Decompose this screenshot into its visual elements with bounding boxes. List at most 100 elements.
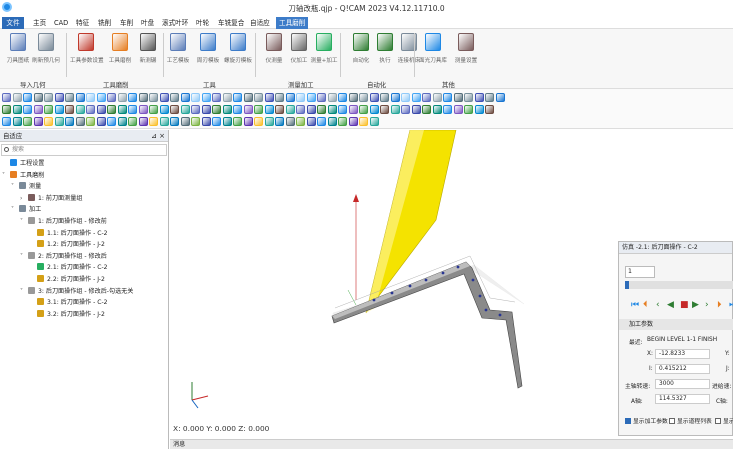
toolbar-tool-icon[interactable] bbox=[96, 105, 106, 114]
toolbar-tool-icon[interactable] bbox=[390, 93, 400, 102]
toolbar-tool-icon[interactable] bbox=[75, 93, 85, 102]
ribbon-button-14[interactable]: 面光刀具库 bbox=[417, 33, 449, 64]
tree-node[interactable]: 2.2: 后刀面操作 - J-2 bbox=[29, 275, 105, 285]
toolbar-tool-icon[interactable] bbox=[432, 105, 442, 114]
toolbar-tool-icon[interactable] bbox=[359, 105, 368, 114]
tree-node[interactable]: ˅ 3: 后刀面操作组 - 修改后-勾选无关 bbox=[20, 286, 133, 297]
toolbar-tool-icon[interactable] bbox=[33, 93, 43, 102]
toolbar-tool-icon[interactable] bbox=[191, 105, 200, 114]
tree-node[interactable]: ˅ 测量 bbox=[11, 182, 41, 192]
toolbar-tool-icon[interactable] bbox=[222, 117, 232, 126]
toolbar-tool-icon[interactable] bbox=[128, 105, 137, 114]
toolbar-tool-icon[interactable] bbox=[369, 93, 379, 102]
toolbar-tool-icon[interactable] bbox=[264, 93, 274, 102]
toolbar-tool-icon[interactable] bbox=[264, 105, 274, 114]
menu-tab-8[interactable]: 车铣复合 bbox=[215, 17, 247, 29]
show-params-checkbox[interactable]: 显示加工参数 bbox=[625, 416, 668, 425]
toolbar-tool-icon[interactable] bbox=[107, 105, 116, 114]
toolbar-tool-icon[interactable] bbox=[222, 105, 232, 114]
toolbar-tool-icon[interactable] bbox=[296, 105, 305, 114]
toolbar-tool-icon[interactable] bbox=[317, 117, 326, 126]
toolbar-tool-icon[interactable] bbox=[75, 105, 85, 114]
toolbar-tool-icon[interactable] bbox=[254, 117, 263, 126]
toolbar-tool-icon[interactable] bbox=[44, 93, 53, 102]
toolbar-tool-icon[interactable] bbox=[117, 105, 127, 114]
ribbon-button-2[interactable]: 工具参数设置 bbox=[70, 33, 104, 64]
sim-progress-bar[interactable] bbox=[625, 281, 733, 289]
menu-tab-0[interactable]: 主页 bbox=[30, 17, 49, 29]
toolbar-tool-icon[interactable] bbox=[306, 93, 316, 102]
tree-node[interactable]: 3.1: 后刀面操作 - C-2 bbox=[29, 298, 108, 308]
toolbar-tool-icon[interactable] bbox=[44, 105, 53, 114]
toolbar-tool-icon[interactable] bbox=[359, 93, 368, 102]
play-icon[interactable]: ▶ bbox=[692, 300, 699, 310]
menu-tab-6[interactable]: 滚式叶环 bbox=[159, 17, 191, 29]
toolbar-tool-icon[interactable] bbox=[12, 117, 22, 126]
menu-tab-2[interactable]: 特征 bbox=[73, 17, 92, 29]
toolbar-tool-icon[interactable] bbox=[390, 105, 400, 114]
toolbar-tool-icon[interactable] bbox=[359, 117, 368, 126]
toolbar-tool-icon[interactable] bbox=[401, 93, 410, 102]
toolbar-tool-icon[interactable] bbox=[201, 105, 211, 114]
toolbar-tool-icon[interactable] bbox=[138, 93, 148, 102]
step-forward-icon[interactable]: ⏵ bbox=[717, 300, 722, 310]
toolbar-tool-icon[interactable] bbox=[285, 117, 295, 126]
toolbar-tool-icon[interactable] bbox=[380, 93, 389, 102]
menu-tab-1[interactable]: CAD bbox=[51, 17, 71, 29]
toolbar-tool-icon[interactable] bbox=[296, 117, 305, 126]
ribbon-button-5[interactable]: 工艺模板 bbox=[162, 33, 194, 64]
toolbar-tool-icon[interactable] bbox=[33, 117, 43, 126]
toolbar-tool-icon[interactable] bbox=[317, 93, 326, 102]
toolbar-tool-icon[interactable] bbox=[338, 93, 347, 102]
toolbar-tool-icon[interactable] bbox=[348, 93, 358, 102]
toolbar-tool-icon[interactable] bbox=[338, 105, 347, 114]
tree-node[interactable]: 工程设置 bbox=[2, 159, 44, 169]
forward-icon[interactable]: › bbox=[705, 300, 709, 310]
toolbar-tool-icon[interactable] bbox=[54, 93, 64, 102]
toolbar-tool-icon[interactable] bbox=[243, 117, 253, 126]
toolbar-tool-icon[interactable] bbox=[212, 105, 221, 114]
toolbar-tool-icon[interactable] bbox=[201, 117, 211, 126]
back-icon[interactable]: ‹ bbox=[656, 300, 660, 310]
ribbon-button-10[interactable]: 测量+加工 bbox=[308, 33, 340, 64]
toolbar-tool-icon[interactable] bbox=[422, 105, 431, 114]
tree-node[interactable]: ˅ 工具磨削 bbox=[2, 170, 44, 181]
toolbar-tool-icon[interactable] bbox=[233, 105, 242, 114]
toolbar-tool-icon[interactable] bbox=[411, 105, 421, 114]
toolbar-tool-icon[interactable] bbox=[453, 105, 463, 114]
toolbar-tool-icon[interactable] bbox=[401, 105, 410, 114]
toolbar-tool-icon[interactable] bbox=[285, 93, 295, 102]
toolbar-tool-icon[interactable] bbox=[285, 105, 295, 114]
tree-node[interactable]: ˅ 加工 bbox=[11, 205, 41, 215]
toolbar-tool-icon[interactable] bbox=[159, 93, 169, 102]
menu-tab-3[interactable]: 铣削 bbox=[95, 17, 114, 29]
toolbar-tool-icon[interactable] bbox=[369, 117, 379, 126]
tree-expand-icon[interactable]: ˅ bbox=[20, 287, 28, 297]
show-list-checkbox[interactable]: 显示道程列表 bbox=[669, 416, 712, 425]
toolbar-tool-icon[interactable] bbox=[2, 105, 11, 114]
tree-search-input[interactable]: 搜索 bbox=[1, 144, 167, 156]
menu-tab-5[interactable]: 叶盘 bbox=[138, 17, 157, 29]
toolbar-tool-icon[interactable] bbox=[180, 105, 190, 114]
tree-node[interactable]: › 1: 前刀面测量组 bbox=[20, 193, 82, 204]
menu-tab-9[interactable]: 自适应 bbox=[247, 17, 273, 29]
toolbar-tool-icon[interactable] bbox=[138, 117, 148, 126]
toolbar-tool-icon[interactable] bbox=[264, 117, 274, 126]
toolbar-tool-icon[interactable] bbox=[275, 117, 284, 126]
toolbar-tool-icon[interactable] bbox=[201, 93, 211, 102]
toolbar-tool-icon[interactable] bbox=[180, 117, 190, 126]
toolbar-tool-icon[interactable] bbox=[243, 105, 253, 114]
toolbar-tool-icon[interactable] bbox=[86, 105, 95, 114]
toolbar-tool-icon[interactable] bbox=[149, 93, 158, 102]
toolbar-tool-icon[interactable] bbox=[149, 117, 158, 126]
toolbar-tool-icon[interactable] bbox=[369, 105, 379, 114]
toolbar-tool-icon[interactable] bbox=[453, 93, 463, 102]
toolbar-tool-icon[interactable] bbox=[65, 117, 74, 126]
toolbar-tool-icon[interactable] bbox=[432, 93, 442, 102]
toolbar-tool-icon[interactable] bbox=[317, 105, 326, 114]
tree-expand-icon[interactable]: ˅ bbox=[20, 252, 28, 262]
menu-tab-7[interactable]: 叶轮 bbox=[193, 17, 212, 29]
toolbar-tool-icon[interactable] bbox=[275, 105, 284, 114]
toolbar-tool-icon[interactable] bbox=[65, 93, 74, 102]
toolbar-tool-icon[interactable] bbox=[128, 93, 137, 102]
